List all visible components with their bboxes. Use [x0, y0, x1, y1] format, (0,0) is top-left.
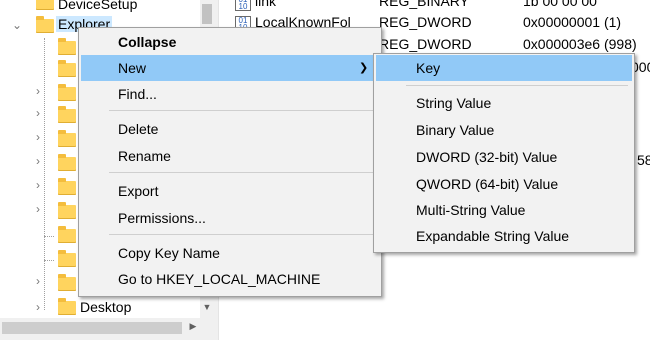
menu-item-export[interactable]: Export — [81, 178, 379, 204]
chevron-right-icon[interactable]: › — [36, 155, 46, 167]
menu-item-label: DWORD (32-bit) Value — [416, 149, 558, 165]
value-type: REG_DWORD — [379, 36, 472, 52]
value-type: REG_BINARY — [379, 0, 469, 9]
chevron-right-icon[interactable]: › — [36, 107, 46, 119]
folder-icon — [58, 106, 76, 123]
value-name: link — [255, 0, 277, 9]
submenu-item-key[interactable]: Key — [376, 55, 632, 81]
value-data: 0x000003e6 (998) — [523, 36, 637, 52]
value-data: 1b 00 00 00 — [523, 0, 597, 9]
menu-item-label: Binary Value — [416, 122, 495, 138]
chevron-down-icon[interactable]: ⌄ — [12, 19, 22, 31]
chevron-right-icon[interactable]: › — [36, 275, 46, 287]
chevron-right-icon[interactable]: › — [36, 131, 46, 143]
folder-icon — [58, 130, 76, 147]
menu-item-find[interactable]: Find... — [81, 81, 379, 107]
folder-icon — [58, 202, 76, 219]
submenu-item-qword-value[interactable]: QWORD (64-bit) Value — [376, 171, 632, 197]
scroll-down-icon[interactable]: ▼ — [200, 302, 214, 316]
tree-horizontal-scrollbar[interactable]: ▶ — [0, 318, 214, 340]
menu-item-new[interactable]: New ❯ — [81, 55, 379, 81]
folder-icon — [36, 16, 54, 33]
menu-item-copy-key-name[interactable]: Copy Key Name — [81, 240, 379, 266]
menu-item-collapse[interactable]: Collapse — [81, 29, 379, 55]
folder-icon — [58, 38, 76, 55]
menu-item-delete[interactable]: Delete — [81, 116, 379, 142]
menu-item-rename[interactable]: Rename — [81, 143, 379, 169]
folder-icon — [58, 298, 76, 315]
menu-separator — [109, 234, 375, 235]
menu-item-label: Multi-String Value — [416, 202, 526, 218]
tree-connector — [44, 260, 54, 261]
menu-separator — [109, 110, 375, 111]
chevron-right-icon[interactable]: › — [36, 179, 46, 191]
menu-item-label: QWORD (64-bit) Value — [416, 176, 559, 192]
value-row[interactable]: 0110 link REG_BINARY 1b 00 00 00 — [219, 0, 650, 13]
menu-item-label: Export — [118, 183, 159, 199]
tree-item-desktop[interactable]: Desktop — [80, 299, 131, 315]
menu-item-label: Delete — [118, 121, 159, 137]
folder-icon — [36, 0, 54, 10]
chevron-right-icon[interactable]: › — [36, 203, 46, 215]
scroll-right-icon[interactable]: ▶ — [186, 321, 200, 335]
menu-separator — [109, 172, 375, 173]
scrollbar-thumb[interactable] — [2, 322, 182, 334]
value-data-fragment: 58 — [637, 152, 650, 168]
context-menu: Collapse New ❯ Find... Delete Rename Exp… — [78, 27, 382, 297]
menu-item-label: Expandable String Value — [416, 228, 570, 244]
chevron-right-icon: ❯ — [359, 62, 369, 74]
submenu-item-dword-value[interactable]: DWORD (32-bit) Value — [376, 144, 632, 170]
tree-connector — [44, 236, 54, 237]
submenu-item-multi-string-value[interactable]: Multi-String Value — [376, 197, 632, 223]
binary-value-icon: 0110 — [235, 0, 251, 11]
menu-item-label: Collapse — [118, 34, 177, 50]
menu-item-label: String Value — [416, 95, 492, 111]
submenu-item-string-value[interactable]: String Value — [376, 90, 632, 116]
menu-item-label: Go to HKEY_LOCAL_MACHINE — [118, 271, 321, 287]
menu-item-goto-hklm[interactable]: Go to HKEY_LOCAL_MACHINE — [81, 266, 379, 292]
folder-icon — [58, 250, 76, 267]
submenu-item-expandable-string-value[interactable]: Expandable String Value — [376, 223, 632, 249]
menu-item-label: Rename — [118, 148, 171, 164]
tree-item-devicesetup[interactable]: DeviceSetup — [58, 0, 137, 12]
folder-icon — [58, 154, 76, 171]
menu-item-label: Copy Key Name — [118, 245, 220, 261]
folder-icon — [58, 178, 76, 195]
menu-item-permissions[interactable]: Permissions... — [81, 205, 379, 231]
menu-item-label: New — [118, 60, 147, 76]
chevron-right-icon[interactable]: › — [36, 85, 46, 97]
menu-item-label: Find... — [118, 86, 157, 102]
menu-item-label: Key — [416, 60, 441, 76]
tree-guide-line — [44, 38, 45, 310]
folder-icon — [58, 60, 76, 77]
scrollbar-thumb[interactable] — [202, 4, 212, 24]
menu-separator — [406, 85, 628, 86]
value-data: 0x00000001 (1) — [523, 14, 622, 30]
folder-icon — [58, 84, 76, 101]
folder-icon — [58, 226, 76, 243]
new-submenu: Key String Value Binary Value DWORD (32-… — [373, 53, 635, 253]
menu-item-label: Permissions... — [118, 210, 206, 226]
folder-icon — [58, 274, 76, 291]
chevron-right-icon[interactable]: › — [36, 301, 46, 313]
value-type: REG_DWORD — [379, 14, 472, 30]
submenu-item-binary-value[interactable]: Binary Value — [376, 117, 632, 143]
